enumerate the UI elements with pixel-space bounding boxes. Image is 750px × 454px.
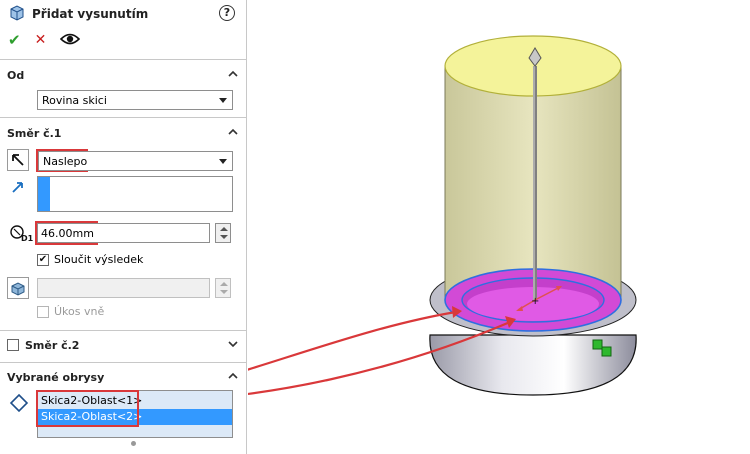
page-title: Přidat vysunutím (32, 7, 149, 21)
end-condition-combo[interactable]: Naslepo (38, 151, 233, 171)
direction-reference-field[interactable] (37, 176, 233, 212)
divider (0, 362, 247, 363)
property-manager: Přidat vysunutím ? ✔ ✕ Od Rovina skici S… (0, 0, 247, 454)
spin-down-icon[interactable] (220, 235, 228, 239)
chevron-down-icon[interactable] (228, 339, 238, 349)
svg-text:D1: D1 (21, 234, 33, 243)
section-from-header[interactable]: Od (0, 64, 247, 86)
section-direction2-header[interactable]: Směr č.2 (0, 334, 247, 356)
draft-spinner (215, 278, 231, 298)
merge-result-option[interactable]: ✔ Sloučit výsledek (37, 253, 143, 266)
section-contours-header[interactable]: Vybrané obrysy (0, 366, 247, 388)
chevron-down-icon (219, 159, 227, 164)
section-direction1-header[interactable]: Směr č.1 (0, 122, 247, 144)
feature-title-bar: Přidat vysunutím (8, 4, 148, 24)
depth-value: 46.00mm (41, 226, 94, 240)
action-bar: ✔ ✕ (8, 30, 81, 50)
section-from-title: Od (7, 68, 25, 82)
resize-grip-icon[interactable] (131, 441, 136, 446)
draft-outward-checkbox (37, 305, 49, 318)
spin-up-icon (220, 282, 228, 286)
sketch-marker-icon (592, 339, 603, 350)
cancel-icon[interactable]: ✕ (35, 32, 47, 48)
graphics-viewport[interactable]: + (248, 0, 750, 454)
chevron-down-icon (219, 98, 227, 103)
depth-spinner[interactable] (215, 223, 231, 243)
draft-icon[interactable] (7, 277, 29, 299)
spin-down-icon (220, 290, 228, 294)
reverse-direction-icon[interactable] (7, 149, 29, 171)
help-icon[interactable]: ? (219, 5, 235, 21)
chevron-up-icon[interactable] (228, 127, 238, 137)
extrude-feature-icon (8, 4, 26, 25)
draft-angle-input (37, 278, 210, 298)
merge-result-checkbox[interactable]: ✔ (37, 253, 49, 266)
divider (0, 59, 247, 60)
draft-outward-label: Úkos vně (54, 305, 105, 318)
draft-outward-option: Úkos vně (37, 305, 104, 318)
contour-diamond-icon (9, 393, 29, 416)
section-direction2-title: Směr č.2 (25, 338, 80, 352)
base-body (429, 334, 637, 396)
divider (0, 117, 247, 118)
divider (0, 330, 247, 331)
ok-icon[interactable]: ✔ (8, 31, 21, 49)
sketch-marker-icon (601, 346, 612, 357)
contours-highlight (36, 390, 139, 427)
direction-vector-icon (11, 180, 25, 197)
depth-input[interactable]: 46.00mm (37, 223, 210, 243)
preview-eye-icon[interactable] (60, 32, 81, 49)
chevron-up-icon[interactable] (228, 371, 238, 381)
merge-result-label: Sloučit výsledek (54, 253, 144, 266)
from-combo[interactable]: Rovina skici (37, 90, 233, 110)
selection-indicator (38, 177, 50, 211)
svg-text:+: + (531, 296, 539, 307)
spin-up-icon[interactable] (220, 227, 228, 231)
from-combo-value: Rovina skici (42, 93, 107, 107)
direction2-checkbox[interactable] (7, 339, 19, 351)
depth-dimension-icon: D1 (9, 223, 34, 246)
chevron-up-icon[interactable] (228, 69, 238, 79)
end-condition-value: Naslepo (43, 154, 88, 168)
section-direction1-title: Směr č.1 (7, 126, 62, 140)
section-contours-title: Vybrané obrysy (7, 370, 105, 384)
